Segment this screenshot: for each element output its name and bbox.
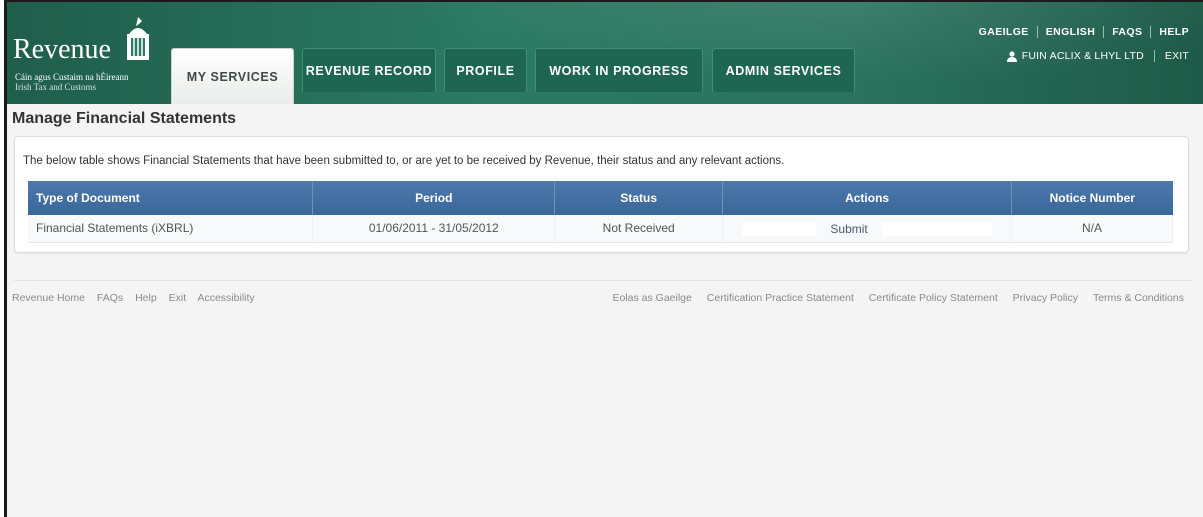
tab-admin-services[interactable]: ADMIN SERVICES bbox=[712, 48, 855, 92]
footer-link-eolas-as-gaeilge[interactable]: Eolas as Gaeilge bbox=[612, 292, 691, 304]
cell-notice-number: N/A bbox=[1011, 215, 1173, 243]
cell-period: 01/06/2011 - 31/05/2012 bbox=[312, 215, 556, 243]
tab-work-in-progress[interactable]: WORK IN PROGRESS bbox=[535, 48, 703, 92]
column-header-notice-number: Notice Number bbox=[1011, 181, 1173, 215]
tab-profile[interactable]: PROFILE bbox=[444, 48, 527, 92]
submit-link[interactable]: Submit bbox=[830, 222, 867, 236]
page-title: Manage Financial Statements bbox=[12, 110, 237, 127]
redacted-area bbox=[742, 221, 817, 236]
footer-link-help[interactable]: Help bbox=[135, 292, 157, 304]
divider bbox=[1153, 50, 1155, 62]
exit-link[interactable]: EXIT bbox=[1165, 50, 1189, 62]
user-name[interactable]: FUIN ACLIX & LHYL LTD bbox=[1022, 50, 1144, 62]
divider bbox=[1036, 26, 1038, 38]
footer-right-links: Eolas as Gaeilge Certification Practice … bbox=[600, 292, 1184, 304]
footer-link-revenue-home[interactable]: Revenue Home bbox=[12, 292, 85, 304]
column-header-period: Period bbox=[312, 181, 556, 215]
logo-wordmark: Revenue bbox=[13, 34, 111, 65]
divider bbox=[1150, 26, 1152, 38]
footer-link-privacy-policy[interactable]: Privacy Policy bbox=[1013, 292, 1078, 304]
tab-revenue-record[interactable]: REVENUE RECORD bbox=[302, 48, 436, 92]
footer-link-certificate-policy[interactable]: Certificate Policy Statement bbox=[869, 292, 998, 304]
tab-my-services[interactable]: MY SERVICES bbox=[171, 48, 294, 104]
user-bar: FUIN ACLIX & LHYL LTD EXIT bbox=[1006, 50, 1189, 62]
footer-link-accessibility[interactable]: Accessibility bbox=[197, 292, 254, 304]
redacted-area bbox=[881, 221, 992, 236]
footer-link-faqs[interactable]: FAQs bbox=[97, 292, 123, 304]
column-header-status: Status bbox=[554, 181, 724, 215]
footer-link-exit[interactable]: Exit bbox=[169, 292, 187, 304]
utility-links: GAEILGE ENGLISH FAQS HELP bbox=[979, 26, 1189, 38]
column-header-type: Type of Document bbox=[28, 181, 314, 215]
link-help[interactable]: HELP bbox=[1159, 26, 1189, 38]
divider bbox=[1103, 26, 1105, 38]
link-faqs[interactable]: FAQS bbox=[1112, 26, 1142, 38]
link-english[interactable]: ENGLISH bbox=[1046, 26, 1095, 38]
table-header-row: Type of Document Period Status Actions N… bbox=[28, 181, 1173, 215]
footer-link-certification-practice[interactable]: Certification Practice Statement bbox=[707, 292, 854, 304]
footer-left-links: Revenue Home FAQs Help Exit Accessibilit… bbox=[12, 292, 264, 304]
logo-subtitle-english: Irish Tax and Customs bbox=[15, 82, 96, 92]
harp-icon bbox=[127, 17, 149, 60]
column-header-actions: Actions bbox=[722, 181, 1013, 215]
site-header: Revenue Cáin agus Custaim na hÉireann Ir… bbox=[7, 2, 1203, 104]
statements-panel: The below table shows Financial Statemen… bbox=[14, 136, 1189, 253]
link-gaeilge[interactable]: GAEILGE bbox=[979, 26, 1029, 38]
user-icon bbox=[1006, 50, 1017, 62]
table-row: Financial Statements (iXBRL) 01/06/2011 … bbox=[28, 215, 1173, 243]
cell-type: Financial Statements (iXBRL) bbox=[28, 215, 314, 243]
footer-link-terms[interactable]: Terms & Conditions bbox=[1093, 292, 1184, 304]
intro-text: The below table shows Financial Statemen… bbox=[23, 155, 785, 167]
logo-subtitle-irish: Cáin agus Custaim na hÉireann bbox=[15, 72, 129, 82]
cell-actions: Submit bbox=[722, 215, 1013, 243]
financial-statements-table: Type of Document Period Status Actions N… bbox=[28, 181, 1173, 243]
cell-status: Not Received bbox=[554, 215, 724, 243]
footer-divider bbox=[14, 280, 1192, 281]
revenue-logo[interactable]: Revenue Cáin agus Custaim na hÉireann Ir… bbox=[13, 16, 173, 96]
browser-frame: Revenue Cáin agus Custaim na hÉireann Ir… bbox=[4, 0, 1203, 517]
